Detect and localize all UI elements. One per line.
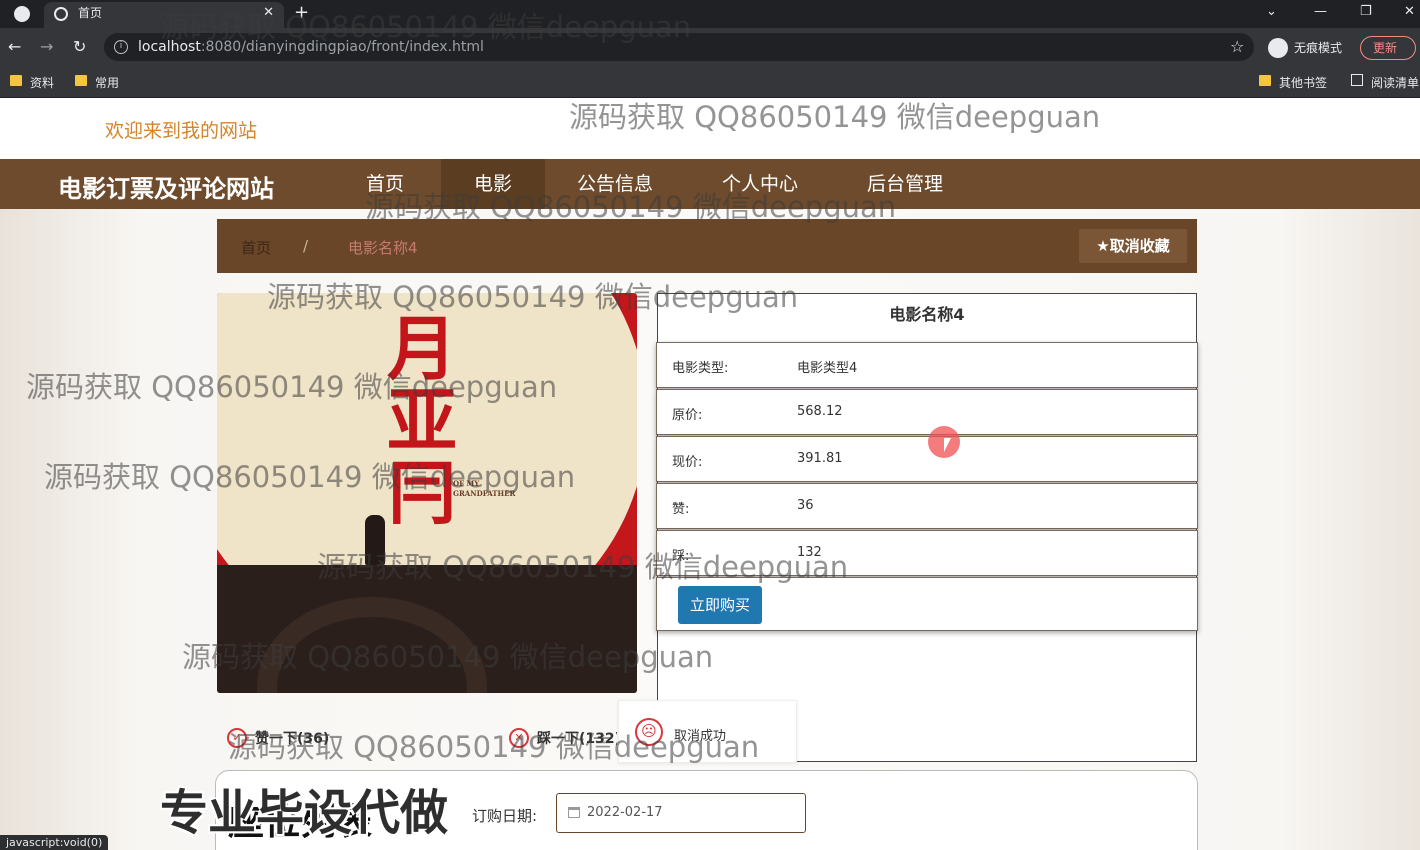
folder-icon: [1259, 75, 1271, 86]
bookmarks-bar: 资料 常用 其他书签 阅读清单: [0, 66, 1420, 98]
poster-subtitle: OF MY GRANDFATHER: [453, 479, 516, 498]
incognito-label: 无痕模式: [1294, 41, 1343, 55]
info-row-current-price: 现价: 391.81: [656, 436, 1198, 482]
window-close-icon[interactable]: ✕: [1404, 4, 1415, 19]
tab-title: 首页: [78, 6, 103, 20]
browser-app-icon[interactable]: [14, 6, 30, 22]
poster-calligraphy: 月亚冃: [387, 307, 457, 534]
forward-icon[interactable]: →: [40, 37, 53, 56]
browser-tab[interactable]: 首页 ✕: [44, 2, 284, 28]
url-input[interactable]: i localhost:8080/dianyingdingpiao/front/…: [104, 33, 1254, 61]
breadcrumb: 首页 / 电影名称4 ★取消收藏: [217, 219, 1197, 273]
nav-item-admin[interactable]: 后台管理: [867, 159, 943, 209]
info-row-original-price: 原价: 568.12: [656, 389, 1198, 435]
info-row-actions: 立即购买: [656, 577, 1198, 631]
reading-list-icon: [1351, 74, 1363, 86]
site-title[interactable]: 电影订票及评论网站: [58, 169, 274, 204]
browser-tab-bar: 首页 ✕ + ⌄ — ❐ ✕: [0, 0, 1420, 28]
address-bar: ← → ↻ i localhost:8080/dianyingdingpiao/…: [0, 28, 1420, 66]
folder-icon: [75, 75, 87, 86]
movie-poster: 月亚冃 OF MY GRANDFATHER: [217, 293, 637, 693]
info-label: 踩:: [672, 549, 690, 564]
welcome-text: 欢迎来到我的网站: [105, 120, 258, 142]
back-icon[interactable]: ←: [8, 37, 21, 56]
browser-status-bar: javascript:void(0): [0, 835, 109, 850]
url-host: localhost: [138, 39, 201, 55]
movie-info-panel: 电影名称4 电影类型: 电影类型4 原价: 568.12 现价: 391.81 …: [656, 293, 1198, 762]
toast-text: 取消成功: [674, 729, 727, 744]
bookmark-label: 常用: [95, 76, 120, 90]
minimize-icon[interactable]: —: [1314, 4, 1327, 19]
like-label: 赞一下(36): [255, 731, 330, 747]
mouse-cursor-icon: [944, 438, 951, 452]
info-label: 现价:: [672, 455, 703, 470]
new-tab-icon[interactable]: +: [294, 2, 309, 23]
calendar-icon: [568, 807, 580, 818]
info-value: 电影类型4: [797, 361, 858, 376]
bookmark-folder-ziliao[interactable]: 资料: [10, 74, 54, 91]
movie-name: 电影名称4: [889, 305, 965, 324]
info-value: 36: [797, 498, 814, 513]
tab-search-icon[interactable]: ⌄: [1266, 4, 1277, 19]
restore-icon[interactable]: ❐: [1360, 4, 1372, 19]
breadcrumb-separator: /: [303, 237, 309, 255]
promo-overlay-text: 专业毕设代做: [160, 785, 449, 841]
order-date-input[interactable]: 2022-02-17: [556, 793, 806, 833]
info-label: 电影类型:: [672, 361, 729, 376]
dislike-label: 踩一下(132): [537, 731, 617, 747]
globe-icon: [54, 7, 68, 21]
info-label: 赞:: [672, 502, 690, 517]
reload-icon[interactable]: ↻: [73, 37, 86, 56]
welcome-strip: 欢迎来到我的网站: [0, 98, 1420, 159]
toast-message: ☹ 取消成功: [618, 700, 797, 763]
nav-item-home[interactable]: 首页: [366, 159, 404, 209]
site-navbar: 电影订票及评论网站 首页 电影 公告信息 个人中心 后台管理: [0, 159, 1420, 209]
incognito-indicator[interactable]: 无痕模式: [1266, 37, 1342, 59]
dislike-button[interactable]: ✕ 踩一下(132): [509, 728, 617, 750]
thumbs-up-icon: ✓: [227, 728, 247, 748]
folder-icon: [10, 75, 22, 86]
nav-item-movies[interactable]: 电影: [441, 159, 545, 209]
info-value: 568.12: [797, 404, 843, 419]
bookmark-other[interactable]: 其他书签: [1259, 74, 1327, 91]
info-label: 原价:: [672, 408, 703, 423]
breadcrumb-current: 电影名称4: [348, 239, 418, 257]
like-button[interactable]: ✓ 赞一下(36): [227, 728, 329, 750]
page-content: 欢迎来到我的网站 电影订票及评论网站 首页 电影 公告信息 个人中心 后台管理 …: [0, 98, 1420, 850]
info-row-type: 电影类型: 电影类型4: [656, 342, 1198, 388]
info-icon[interactable]: i: [114, 40, 128, 54]
bookmark-label: 资料: [30, 76, 55, 90]
unfavorite-button[interactable]: ★取消收藏: [1079, 229, 1187, 263]
buy-now-button[interactable]: 立即购买: [678, 586, 762, 624]
bookmark-label: 阅读清单: [1371, 76, 1420, 90]
bookmark-folder-changyong[interactable]: 常用: [75, 74, 119, 91]
info-row-likes: 赞: 36: [656, 483, 1198, 529]
info-value: 391.81: [797, 451, 843, 466]
sad-face-icon: ☹: [635, 718, 663, 746]
thumbs-down-icon: ✕: [509, 728, 529, 748]
info-value: 132: [797, 545, 822, 560]
update-button[interactable]: 更新: [1360, 36, 1416, 60]
nav-item-notices[interactable]: 公告信息: [577, 159, 653, 209]
poster-figure: [365, 515, 385, 565]
close-icon[interactable]: ✕: [263, 2, 274, 24]
incognito-icon: [1268, 38, 1288, 58]
order-date-label: 订购日期:: [472, 807, 538, 825]
bookmark-label: 其他书签: [1279, 76, 1328, 90]
bookmark-star-icon[interactable]: ☆: [1230, 37, 1244, 56]
reading-list[interactable]: 阅读清单: [1351, 74, 1419, 91]
order-date-value: 2022-02-17: [587, 805, 663, 820]
info-row-dislikes: 踩: 132: [656, 530, 1198, 576]
nav-item-profile[interactable]: 个人中心: [722, 159, 798, 209]
url-path: :8080/dianyingdingpiao/front/index.html: [200, 39, 484, 55]
breadcrumb-home[interactable]: 首页: [241, 237, 271, 258]
